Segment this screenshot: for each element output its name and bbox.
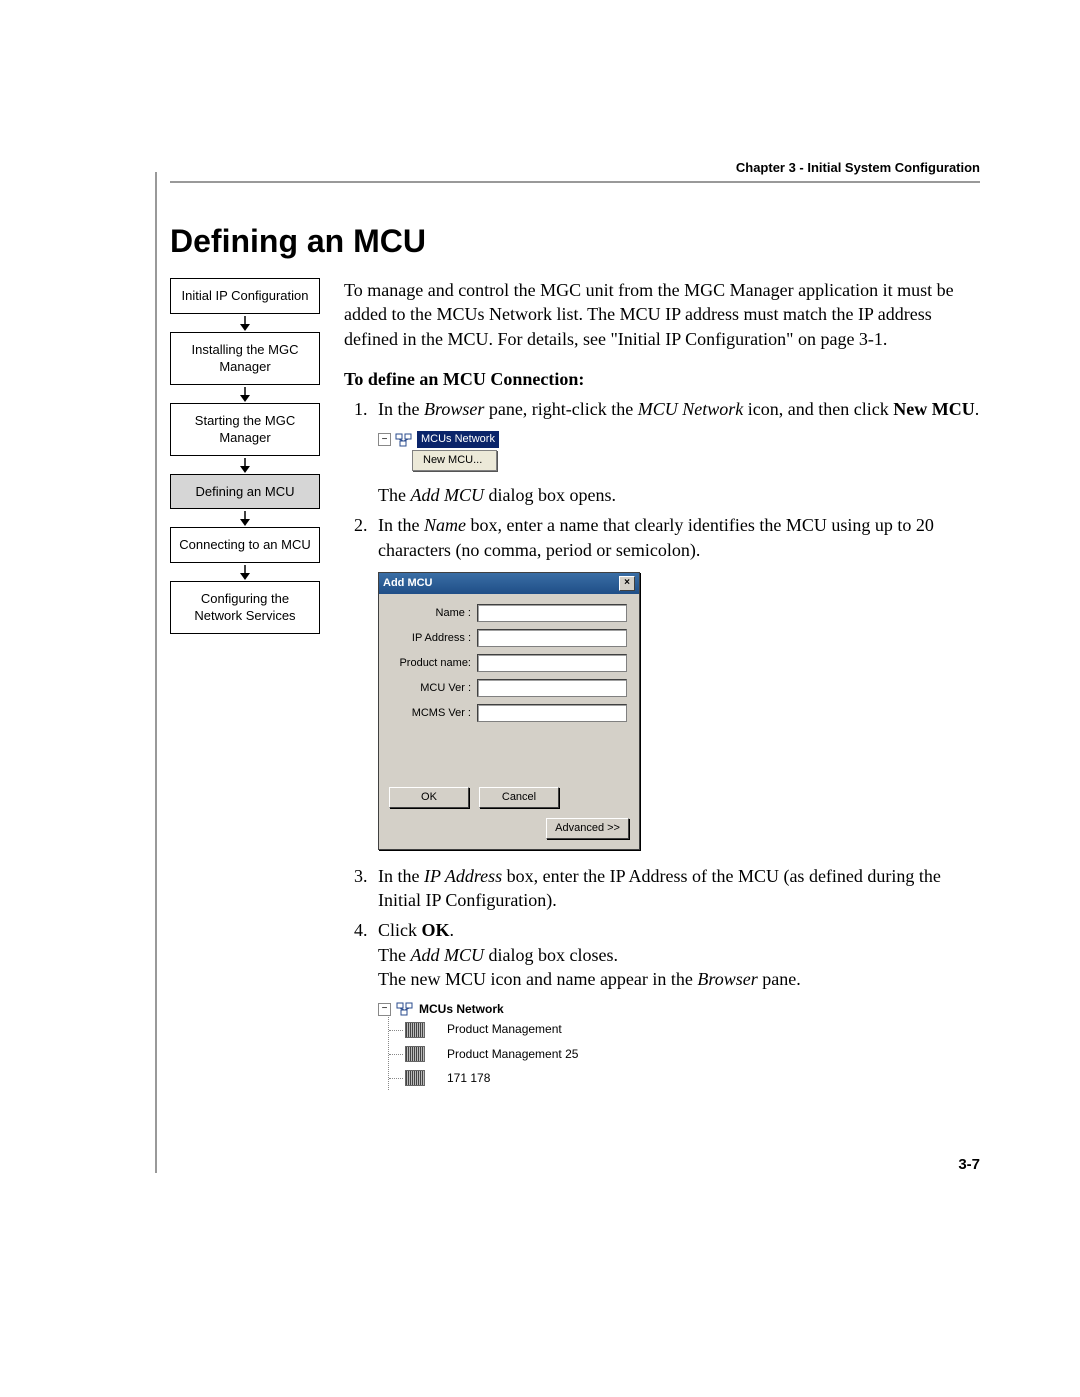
- tree-collapse-icon: −: [378, 433, 391, 446]
- text: dialog box opens.: [484, 485, 616, 505]
- flow-step-start: Starting the MGC Manager: [170, 403, 320, 456]
- text: icon, and then click: [743, 399, 893, 419]
- result-line: The new MCU icon and name appear in the …: [378, 967, 980, 991]
- tree-item: 171 178: [389, 1066, 980, 1090]
- input-ip: [477, 629, 627, 647]
- text: .: [975, 399, 980, 419]
- result-line: The Add MCU dialog box closes.: [378, 943, 980, 967]
- flow-step-config-net: Configuring the Network Services: [170, 581, 320, 634]
- flow-step-connect: Connecting to an MCU: [170, 527, 320, 563]
- term-browser: Browser: [424, 399, 484, 419]
- tree-item: Product Management 25: [389, 1042, 980, 1066]
- input-product: [477, 654, 627, 672]
- tree-item: Product Management: [389, 1017, 980, 1041]
- page: Chapter 3 - Initial System Configuration…: [0, 0, 1080, 1273]
- cancel-button: Cancel: [479, 787, 559, 808]
- term-mcu-network: MCU Network: [638, 399, 744, 419]
- tree-collapse-icon: −: [378, 1003, 391, 1016]
- term-add-mcu: Add MCU: [410, 945, 484, 965]
- text: pane, right-click the: [484, 399, 637, 419]
- text: In the: [378, 399, 424, 419]
- text: The: [378, 485, 410, 505]
- label-name: Name :: [391, 606, 477, 621]
- term-add-mcu: Add MCU: [410, 485, 484, 505]
- label-mcuver: MCU Ver :: [391, 681, 477, 696]
- section-title: Defining an MCU: [170, 223, 980, 260]
- input-mcuver: [477, 679, 627, 697]
- tree-item-label: Product Management 25: [447, 1046, 578, 1062]
- step-4: Click OK. The Add MCU dialog box closes.…: [372, 918, 980, 1090]
- label-mcmsver: MCMS Ver :: [391, 706, 477, 721]
- flow-step-initial-ip: Initial IP Configuration: [170, 278, 320, 314]
- close-icon: ×: [619, 576, 635, 591]
- input-name: [477, 604, 627, 622]
- term-ok: OK: [422, 920, 450, 940]
- step-3: In the IP Address box, enter the IP Addr…: [372, 864, 980, 913]
- mcu-icon: [405, 1046, 425, 1062]
- input-mcmsver: [477, 704, 627, 722]
- term-ip-address: IP Address: [424, 866, 502, 886]
- running-header: Chapter 3 - Initial System Configuration: [170, 160, 980, 175]
- text: In the: [378, 866, 424, 886]
- screenshot-add-mcu-dialog: Add MCU × Name : IP Address : Product na…: [378, 572, 640, 850]
- mcu-icon: [405, 1070, 425, 1086]
- dialog-titlebar: Add MCU ×: [379, 573, 639, 594]
- tree-root-selected: MCUs Network: [417, 431, 499, 448]
- step-1: In the Browser pane, right-click the MCU…: [372, 397, 980, 507]
- label-ip: IP Address :: [391, 631, 477, 646]
- flow-sidebar: Initial IP Configuration Installing the …: [170, 278, 320, 634]
- tree-item-label: 171 178: [447, 1070, 490, 1086]
- ok-button: OK: [389, 787, 469, 808]
- tree-root-label: MCUs Network: [419, 1001, 504, 1017]
- flow-arrow: [170, 563, 320, 581]
- step-2: In the Name box, enter a name that clear…: [372, 513, 980, 849]
- screenshot-browser-tree: − MCUs Network Product Management Produc…: [378, 1001, 980, 1090]
- flow-step-define-mcu: Defining an MCU: [170, 474, 320, 510]
- flow-arrow: [170, 456, 320, 474]
- intro-paragraph: To manage and control the MGC unit from …: [344, 278, 980, 351]
- text: dialog box closes.: [484, 945, 618, 965]
- content: To manage and control the MGC unit from …: [344, 278, 980, 1096]
- term-name: Name: [424, 515, 466, 535]
- flow-arrow: [170, 385, 320, 403]
- text: .: [450, 920, 455, 940]
- term-browser: Browser: [697, 969, 757, 989]
- flow-arrow: [170, 509, 320, 527]
- label-product: Product name:: [391, 656, 477, 671]
- text: The new MCU icon and name appear in the: [378, 969, 697, 989]
- tree-item-label: Product Management: [447, 1021, 562, 1037]
- dialog-title-text: Add MCU: [383, 576, 433, 591]
- procedure-heading: To define an MCU Connection:: [344, 367, 980, 391]
- term-new-mcu: New MCU: [893, 399, 974, 419]
- screenshot-context-menu: − MCUs Network New MCU...: [378, 431, 499, 471]
- network-icon: [396, 1002, 414, 1016]
- flow-arrow: [170, 314, 320, 332]
- procedure-list: In the Browser pane, right-click the MCU…: [344, 397, 980, 1090]
- text: Click: [378, 920, 422, 940]
- text: The: [378, 945, 410, 965]
- context-menu-item: New MCU...: [412, 450, 497, 471]
- header-rule: [170, 181, 980, 183]
- text: pane.: [758, 969, 801, 989]
- advanced-button: Advanced >>: [546, 818, 629, 839]
- page-number: 3-7: [170, 1156, 980, 1173]
- flow-step-install: Installing the MGC Manager: [170, 332, 320, 385]
- result-text: The Add MCU dialog box opens.: [378, 483, 980, 507]
- mcu-icon: [405, 1022, 425, 1038]
- text: In the: [378, 515, 424, 535]
- margin-rule: [155, 172, 157, 1173]
- network-icon: [395, 433, 413, 447]
